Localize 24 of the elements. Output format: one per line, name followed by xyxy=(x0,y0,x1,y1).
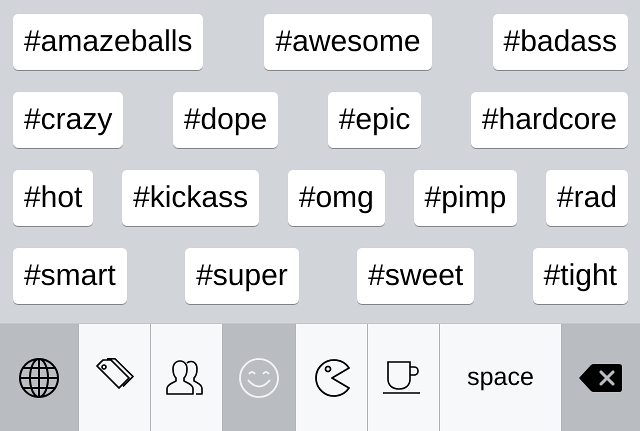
category-tab[interactable] xyxy=(151,324,223,431)
hashtag-button[interactable]: #pimp xyxy=(414,170,518,226)
hashtag-button[interactable]: #tight xyxy=(532,248,628,304)
hashtag-button[interactable]: #badass xyxy=(492,14,628,70)
hashtag-button[interactable]: #awesome xyxy=(264,14,432,70)
globe-icon xyxy=(18,356,60,398)
hashtag-button[interactable]: #dope xyxy=(172,92,278,148)
category-tab[interactable] xyxy=(368,324,440,431)
hashtag-button[interactable]: #crazy xyxy=(13,92,124,148)
hashtag-button[interactable]: #rad xyxy=(546,170,628,226)
hashtag-button[interactable]: #smart xyxy=(13,248,127,304)
hashtag-button[interactable]: #omg xyxy=(288,170,385,226)
delete-icon xyxy=(579,362,623,392)
category-tab[interactable] xyxy=(296,324,368,431)
smiley-icon xyxy=(238,356,280,398)
hashtag-button[interactable]: #hot xyxy=(13,170,94,226)
hashtag-button[interactable]: #epic xyxy=(328,92,422,148)
space-key[interactable]: space xyxy=(440,324,562,431)
category-tab[interactable] xyxy=(79,324,151,431)
hashtag-button[interactable]: #amazeballs xyxy=(13,14,204,70)
hashtag-button[interactable]: #hardcore xyxy=(470,92,628,148)
hashtag-button[interactable]: #super xyxy=(185,248,299,304)
hashtag-button[interactable]: #kickass xyxy=(122,170,260,226)
hashtag-button[interactable]: #sweet xyxy=(357,248,474,304)
